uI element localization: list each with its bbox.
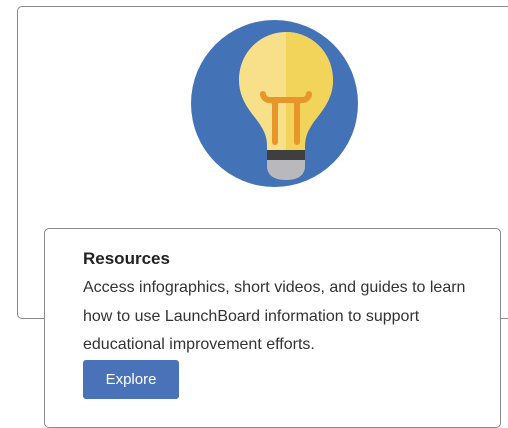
resources-title: Resources	[83, 249, 170, 268]
resources-info-card: Resources Access infographics, short vid…	[44, 228, 501, 428]
explore-button[interactable]: Explore	[83, 360, 179, 399]
resources-description: Access infographics, short videos, and g…	[83, 279, 466, 353]
lightbulb-icon	[191, 20, 358, 187]
